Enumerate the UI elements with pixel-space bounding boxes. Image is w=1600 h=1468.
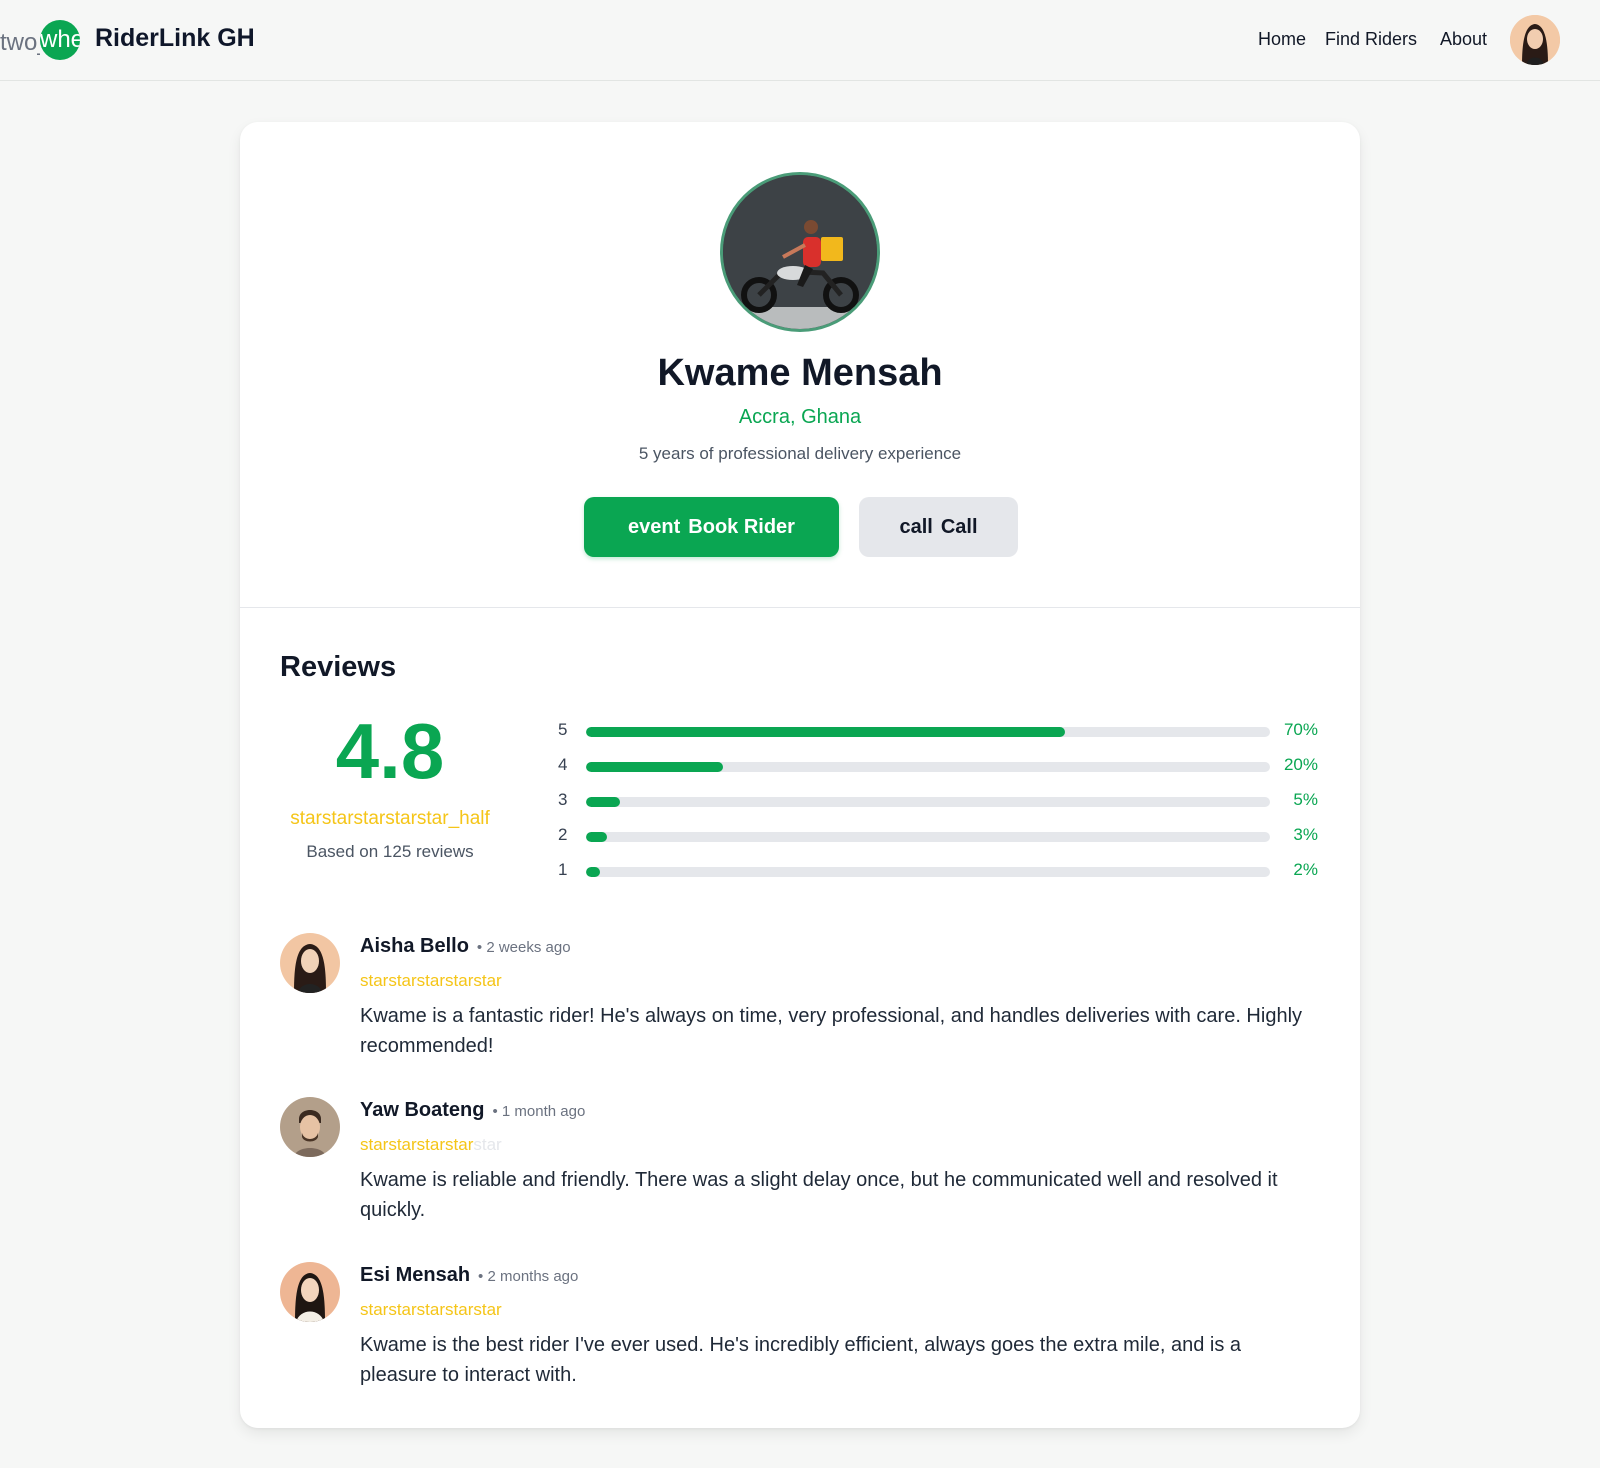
review-time: • 2 weeks ago [476,939,571,956]
logo-ghost-text: two_whe [0,29,40,56]
top-navbar: two_whe whe RiderLink GH Home Find Rider… [0,0,1600,81]
rating-bar-label: 5 [558,720,568,739]
rating-bar-label: 2 [558,825,568,844]
rating-bar-fill [586,797,621,807]
call-button[interactable]: call Call [859,497,1018,557]
rating-bar-track [586,797,1270,807]
filled-stars: starstarstarstarstar [360,1300,502,1319]
rating-bar-5: 5 70% [558,720,1318,744]
rider-experience: 5 years of professional delivery experie… [638,444,962,463]
rating-bar-track [586,832,1270,842]
logo-icon-text: whe [40,26,80,53]
review-stars-icon: starstarstarstarstar [360,1135,502,1155]
filled-stars: starstarstarstarstar [360,971,502,990]
rating-bar-percent: 2% [1293,860,1318,879]
review-item: Yaw Boateng • 1 month ago starstarstarsta… [280,1097,1320,1227]
rating-bar-percent: 5% [1293,790,1318,809]
user-avatar[interactable] [1510,15,1560,65]
filled-stars: starstarstarstar [360,1135,474,1154]
rider-profile-card: Kwame Mensah Accra, Ghana 5 years of pro… [240,122,1360,1428]
review-stars-icon: starstarstarstarstar [360,971,502,991]
call-label: Call [940,515,978,538]
rating-bar-track [586,762,1270,772]
reviewer-name: Esi Mensah [360,1264,471,1286]
review-header: Yaw Boateng • 1 month ago [360,1099,585,1122]
rating-bar-label: 4 [558,755,568,774]
reviewer-avatar [280,933,340,993]
rating-bar-fill [586,867,600,877]
average-stars-icon: starstarstarstarstar_half [290,808,490,829]
rating-bar-fill [586,762,723,772]
rating-bar-label: 3 [558,790,568,809]
rating-bar-fill [586,832,607,842]
section-divider [240,607,1360,608]
nav-find-riders[interactable]: Find Riders [1325,29,1417,50]
rating-bar-fill [586,727,1065,737]
review-count: Based on 125 reviews [306,842,474,861]
rating-bar-label: 1 [558,860,568,879]
rider-name: Kwame Mensah [657,352,943,394]
empty-stars: star [473,1135,502,1154]
rider-location: Accra, Ghana [738,406,862,428]
event-icon: event [628,515,681,538]
review-text: Kwame is reliable and friendly. There wa… [360,1169,1278,1221]
rating-bar-percent: 20% [1283,755,1318,774]
rating-bar-2: 2 3% [558,825,1318,849]
man-avatar-icon [280,1097,340,1157]
call-icon: call [899,515,933,538]
book-rider-button[interactable]: event Book Rider [584,497,839,557]
brand-name[interactable]: RiderLink GH [95,24,255,53]
woman-avatar-icon [1510,15,1560,65]
rating-bar-1: 1 2% [558,860,1318,884]
rating-bar-4: 4 20% [558,755,1318,779]
nav-about[interactable]: About [1440,29,1487,50]
average-rating: 4.8 [335,707,445,795]
woman-avatar-icon [280,933,340,993]
woman-avatar-icon [280,1262,340,1322]
nav-home[interactable]: Home [1258,29,1306,50]
review-text: Kwame is a fantastic rider! He's always … [360,1005,1303,1057]
review-header: Aisha Bello • 2 weeks ago [360,935,571,958]
rating-bar-track [586,727,1270,737]
rider-motorbike-image [723,175,877,329]
rating-bar-percent: 70% [1283,720,1318,739]
reviewer-avatar [280,1262,340,1322]
reviewer-avatar [280,1097,340,1157]
review-stars-icon: starstarstarstarstar [360,1300,502,1320]
review-time: • 2 months ago [478,1268,579,1285]
reviewer-name: Aisha Bello [360,935,469,957]
review-item: Aisha Bello • 2 weeks ago starstarstarsta… [280,933,1320,1063]
reviews-heading: Reviews [280,651,397,683]
review-text: Kwame is the best rider I've ever used. … [360,1334,1242,1386]
book-rider-label: Book Rider [688,515,795,538]
review-header: Esi Mensah • 2 months ago [360,1264,578,1287]
rating-bar-3: 3 5% [558,790,1318,814]
reviewer-name: Yaw Boateng [360,1099,485,1121]
review-item: Esi Mensah • 2 months ago starstarstarsta… [280,1262,1320,1392]
rating-bar-track [586,867,1270,877]
rider-photo [720,172,880,332]
logo-icon: whe [40,20,80,60]
rating-bar-percent: 3% [1293,825,1318,844]
review-time: • 1 month ago [492,1103,586,1120]
